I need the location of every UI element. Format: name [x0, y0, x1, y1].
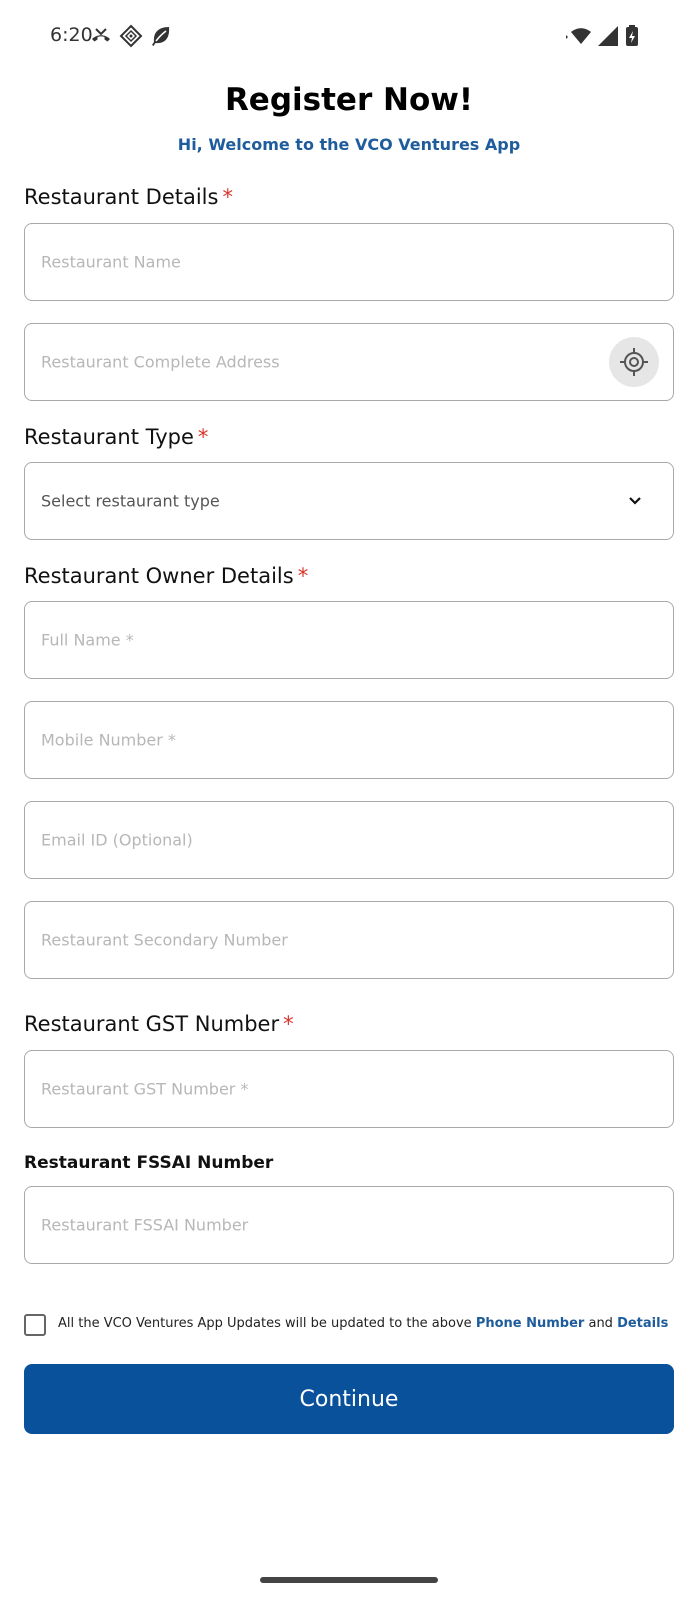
page-title: Register Now! — [224, 82, 474, 118]
battery-charging-icon — [624, 24, 648, 48]
gst-label: Restaurant GST Number * — [24, 1012, 294, 1036]
location-crosshair-icon — [620, 348, 648, 376]
fssai-label: Restaurant FSSAI Number — [24, 1153, 274, 1173]
diamond-app-icon — [119, 24, 143, 48]
mobile-number-input[interactable]: Mobile Number * — [24, 701, 674, 779]
fssai-number-input[interactable]: Restaurant FSSAI Number — [24, 1186, 674, 1264]
restaurant-type-label: Restaurant Type * — [24, 425, 208, 449]
gst-number-placeholder: Restaurant GST Number * — [41, 1079, 249, 1099]
full-name-placeholder: Full Name * — [41, 630, 134, 650]
mobile-number-placeholder: Mobile Number * — [41, 730, 176, 750]
continue-button[interactable]: Continue — [24, 1364, 674, 1434]
full-name-input[interactable]: Full Name * — [24, 601, 674, 679]
restaurant-details-label: Restaurant Details * — [24, 185, 233, 209]
email-input[interactable]: Email ID (Optional) — [24, 801, 674, 879]
current-location-button[interactable] — [609, 337, 659, 387]
restaurant-type-selected: Select restaurant type — [41, 491, 220, 511]
owner-details-label: Restaurant Owner Details * — [24, 564, 308, 588]
restaurant-type-select[interactable]: Select restaurant type — [24, 462, 674, 540]
details-link[interactable]: Details — [617, 1316, 668, 1331]
required-mark: * — [297, 564, 309, 588]
home-indicator[interactable] — [260, 1577, 438, 1583]
fssai-number-placeholder: Restaurant FSSAI Number — [41, 1215, 249, 1235]
owner-details-label-text: Restaurant Owner Details — [24, 564, 294, 588]
status-time: 6:20 — [50, 24, 93, 46]
missed-call-icon — [89, 24, 113, 48]
wifi-icon — [564, 24, 591, 48]
phone-number-link[interactable]: Phone Number — [476, 1316, 585, 1331]
restaurant-address-placeholder: Restaurant Complete Address — [41, 352, 280, 372]
consent-row: All the VCO Ventures App Updates will be… — [24, 1312, 674, 1338]
signal-icon — [596, 24, 620, 48]
email-placeholder: Email ID (Optional) — [41, 830, 193, 850]
gst-label-text: Restaurant GST Number — [24, 1012, 280, 1036]
restaurant-name-input[interactable]: Restaurant Name — [24, 223, 674, 301]
restaurant-type-label-text: Restaurant Type — [24, 425, 194, 449]
restaurant-address-input[interactable]: Restaurant Complete Address — [24, 323, 674, 401]
secondary-number-input[interactable]: Restaurant Secondary Number — [24, 901, 674, 979]
required-mark: * — [222, 185, 233, 209]
required-mark: * — [283, 1012, 294, 1036]
secondary-number-placeholder: Restaurant Secondary Number — [41, 930, 288, 950]
welcome-subtitle: Hi, Welcome to the VCO Ventures App — [177, 135, 521, 154]
restaurant-name-placeholder: Restaurant Name — [41, 252, 181, 272]
status-bar: 6:20 — [0, 0, 698, 70]
chevron-down-icon — [629, 497, 641, 505]
leaf-icon — [149, 24, 173, 48]
restaurant-details-label-text: Restaurant Details — [24, 185, 219, 209]
gst-number-input[interactable]: Restaurant GST Number * — [24, 1050, 674, 1128]
consent-text-and: and — [584, 1316, 618, 1331]
consent-text-before: All the VCO Ventures App Updates will be… — [58, 1316, 476, 1331]
consent-text: All the VCO Ventures App Updates will be… — [58, 1316, 668, 1331]
required-mark: * — [197, 425, 209, 449]
consent-checkbox[interactable] — [24, 1314, 46, 1336]
